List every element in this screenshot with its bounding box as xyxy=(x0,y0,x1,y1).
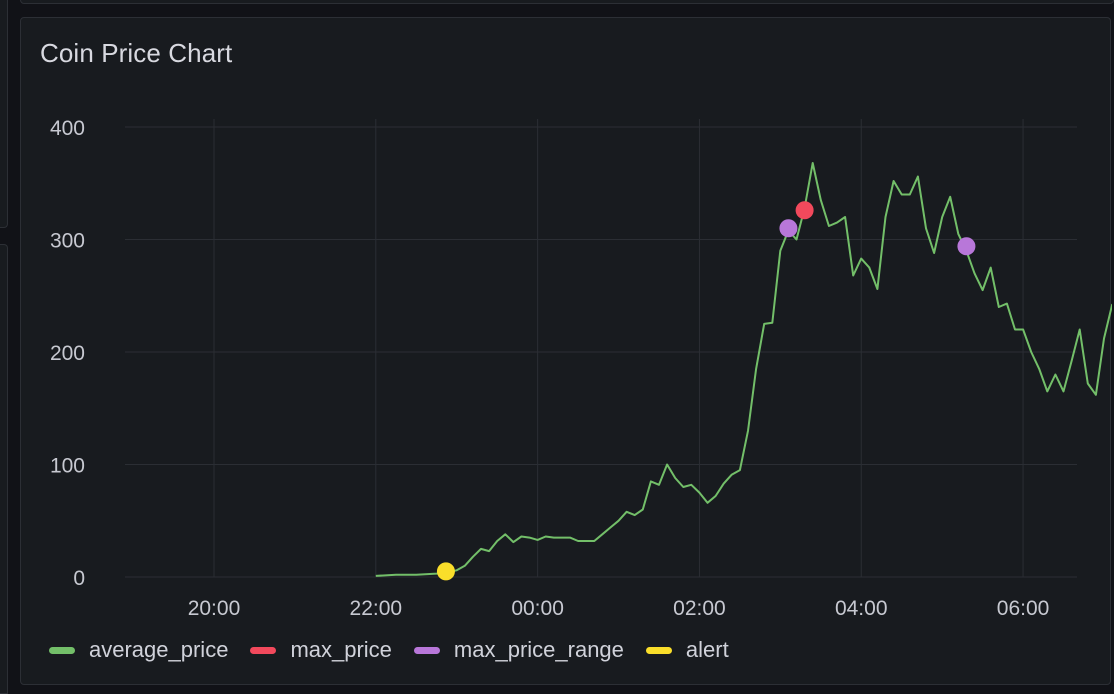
legend-item-max-price-range[interactable]: max_price_range xyxy=(413,637,624,663)
legend-item-average-price[interactable]: average_price xyxy=(49,637,228,663)
y-axis: 0 100 200 300 400 xyxy=(50,117,85,590)
y-tick-label: 100 xyxy=(50,455,85,478)
grid-layer xyxy=(125,119,1077,578)
x-tick-label: 04:00 xyxy=(835,597,888,620)
chart-panel[interactable]: Coin Price Chart 0 100 200 300 400 20:00 22:0… xyxy=(20,17,1112,685)
point-alert xyxy=(436,562,455,581)
x-axis: 20:00 22:00 00:00 02:00 04:00 06:00 xyxy=(188,597,1050,620)
series-layer xyxy=(375,162,1112,577)
x-tick-label: 22:00 xyxy=(350,597,403,620)
x-tick-label: 02:00 xyxy=(673,597,726,620)
legend-label: max_price xyxy=(290,637,392,662)
legend-item-alert[interactable]: alert xyxy=(645,637,729,663)
legend-swatch-average-price xyxy=(49,646,75,654)
y-tick-label: 0 xyxy=(73,567,85,590)
x-tick-label: 20:00 xyxy=(188,597,241,620)
series-line-average-price xyxy=(375,162,1112,577)
adjacent-panel-edge xyxy=(20,0,1114,4)
legend-label: average_price xyxy=(89,637,229,662)
adjacent-panel-left-top xyxy=(0,0,8,228)
point-max-price xyxy=(795,201,814,220)
legend-label: max_price_range xyxy=(453,637,624,662)
chart-legend: average_price max_price max_price_range … xyxy=(49,637,729,663)
legend-item-max-price[interactable]: max_price xyxy=(250,637,392,663)
y-tick-label: 400 xyxy=(50,117,85,140)
dashboard-page: Coin Price Chart 0 100 200 300 400 20:00 22:0… xyxy=(0,0,1114,694)
legend-swatch-max-price-range xyxy=(413,646,440,654)
x-tick-label: 00:00 xyxy=(511,597,564,620)
time-series-chart[interactable]: 0 100 200 300 400 20:00 22:00 00:00 02:00 04:00 0… xyxy=(21,18,1112,628)
legend-swatch-max-price xyxy=(250,646,277,654)
legend-label: alert xyxy=(685,637,729,662)
point-max-price-range xyxy=(779,219,798,238)
y-tick-label: 300 xyxy=(50,230,85,253)
y-tick-label: 200 xyxy=(50,342,85,365)
x-tick-label: 06:00 xyxy=(997,597,1050,620)
points-layer xyxy=(436,201,976,581)
legend-swatch-alert xyxy=(645,646,672,654)
adjacent-panel-left-bottom xyxy=(0,244,8,694)
point-max-price-range xyxy=(957,237,976,256)
